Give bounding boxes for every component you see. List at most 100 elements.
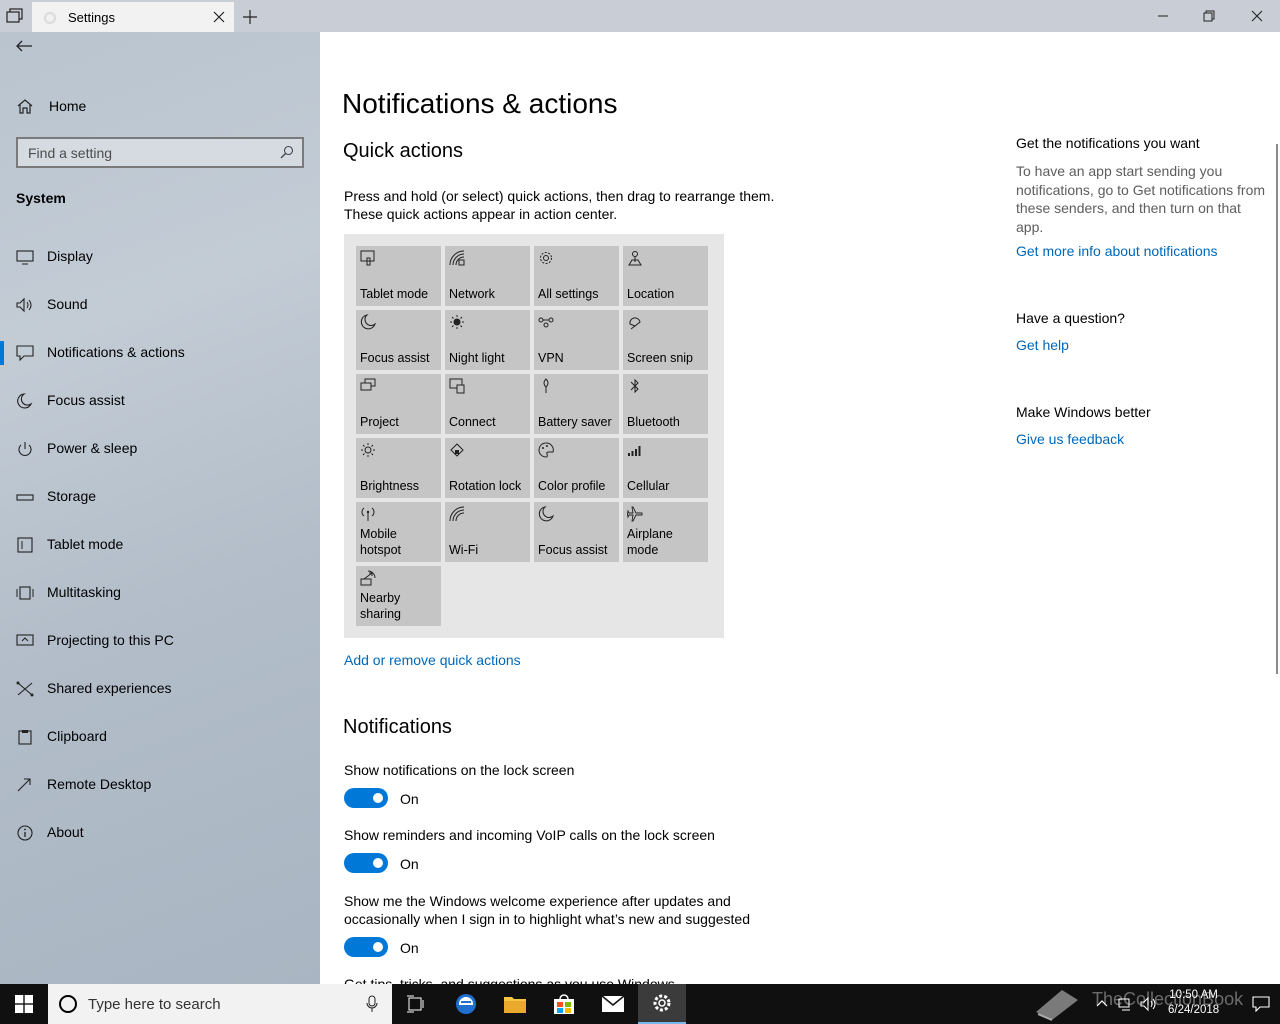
nav-home[interactable]: Home (16, 96, 86, 116)
sidebar-item-notifications[interactable]: Notifications & actions (0, 329, 320, 377)
display-icon (16, 250, 34, 265)
notification-icon (16, 345, 34, 361)
quick-action-tile[interactable]: Battery saver (534, 374, 619, 434)
tile-label: Location (627, 287, 675, 301)
back-arrow-icon[interactable] (14, 38, 34, 54)
sidebar-item-display[interactable]: Display (0, 233, 320, 281)
edge-browser-button[interactable] (442, 984, 490, 1024)
action-center-icon[interactable] (1252, 996, 1270, 1012)
voip-calls-toggle[interactable] (344, 853, 388, 873)
section-label: System (16, 190, 66, 206)
nearby-sharing-icon (360, 570, 376, 586)
tab-settings[interactable]: Settings (32, 2, 234, 32)
quick-action-tile[interactable]: Tablet mode (356, 246, 441, 306)
sidebar-item-focus-assist[interactable]: Focus assist (0, 377, 320, 425)
network-tray-icon[interactable] (1118, 996, 1134, 1012)
tablet-mode-icon (360, 250, 375, 266)
quick-action-tile[interactable]: Night light (445, 310, 530, 370)
quick-action-tile[interactable]: VPN (534, 310, 619, 370)
add-remove-quick-actions-link[interactable]: Add or remove quick actions (344, 652, 521, 668)
feedback-heading: Make Windows better (1016, 404, 1151, 420)
sidebar: Home System Display Sound Notifications … (0, 32, 320, 984)
quick-action-tile[interactable]: Focus assist (356, 310, 441, 370)
search-input[interactable] (28, 144, 278, 162)
nav-home-label: Home (49, 98, 87, 114)
sidebar-item-sound[interactable]: Sound (0, 281, 320, 329)
notifications-info-link[interactable]: Get more info about notifications (1016, 243, 1218, 259)
toggle-knob (373, 858, 383, 868)
store-button[interactable] (540, 984, 588, 1024)
sidebar-item-storage[interactable]: Storage (0, 473, 320, 521)
quick-action-tile[interactable]: Project (356, 374, 441, 434)
search-icon[interactable] (280, 145, 294, 159)
quick-action-tile[interactable]: Network (445, 246, 530, 306)
lock-screen-notifications-toggle[interactable] (344, 788, 388, 808)
close-tab-icon[interactable] (212, 10, 226, 24)
tile-label: Tablet mode (360, 287, 429, 301)
quick-action-tile[interactable]: Nearby sharing (356, 566, 441, 626)
microphone-icon[interactable] (366, 995, 378, 1013)
quick-action-tile[interactable]: Location (623, 246, 708, 306)
taskbar-search[interactable] (48, 984, 392, 1024)
quick-action-tile[interactable]: Color profile (534, 438, 619, 498)
new-tab-icon[interactable] (242, 9, 258, 25)
quick-action-tile[interactable]: Focus assist (534, 502, 619, 562)
quick-action-tile[interactable]: Bluetooth (623, 374, 708, 434)
give-feedback-link[interactable]: Give us feedback (1016, 431, 1124, 447)
tile-label: Connect (449, 415, 496, 429)
tile-label: Brightness (360, 479, 420, 493)
main-content: Notifications & actions Quick actions Pr… (320, 32, 1280, 984)
settings-app-button[interactable] (638, 984, 686, 1024)
sidebar-item-power-sleep[interactable]: Power & sleep (0, 425, 320, 473)
minimize-button[interactable] (1140, 0, 1186, 32)
rotation-lock-icon (450, 443, 464, 457)
sidebar-item-shared-experiences[interactable]: Shared experiences (0, 665, 320, 713)
mail-button[interactable] (589, 984, 637, 1024)
start-button[interactable] (0, 984, 48, 1024)
clock[interactable]: 10:50 AM 6/24/2018 (1168, 988, 1219, 1018)
scrollbar[interactable] (1276, 144, 1278, 674)
question-heading: Have a question? (1016, 310, 1125, 326)
sidebar-item-projecting[interactable]: Projecting to this PC (0, 617, 320, 665)
get-help-link[interactable]: Get help (1016, 337, 1069, 353)
chevron-up-icon[interactable] (1096, 998, 1108, 1008)
toggle-state: On (400, 940, 419, 956)
tile-label: Airplane mode (627, 527, 673, 557)
tile-label: Nearby sharing (360, 591, 401, 621)
restore-button[interactable] (1186, 0, 1232, 32)
welcome-experience-toggle[interactable] (344, 937, 388, 957)
file-explorer-button[interactable] (491, 984, 539, 1024)
sidebar-item-label: Power & sleep (47, 440, 138, 456)
storage-icon (16, 494, 34, 501)
quick-action-tile[interactable]: Cellular (623, 438, 708, 498)
sidebar-item-remote-desktop[interactable]: Remote Desktop (0, 761, 320, 809)
close-button[interactable] (1234, 0, 1280, 32)
taskbar-search-input[interactable] (88, 995, 348, 1013)
sidebar-item-tablet-mode[interactable]: Tablet mode (0, 521, 320, 569)
toggle-knob (373, 942, 383, 952)
sidebar-item-clipboard[interactable]: Clipboard (0, 713, 320, 761)
sound-icon (16, 297, 32, 313)
tabs-icon[interactable] (6, 8, 24, 24)
sidebar-item-about[interactable]: About (0, 809, 320, 857)
quick-action-tile[interactable]: Brightness (356, 438, 441, 498)
quick-action-tile[interactable]: Airplane mode (623, 502, 708, 562)
quick-action-tile[interactable]: Rotation lock (445, 438, 530, 498)
task-view-button[interactable] (392, 984, 440, 1024)
quick-action-tile[interactable]: Mobile hotspot (356, 502, 441, 562)
tile-label: Battery saver (538, 415, 612, 429)
quick-action-tile[interactable]: Wi-Fi (445, 502, 530, 562)
quick-action-tile[interactable]: Connect (445, 374, 530, 434)
volume-icon[interactable] (1140, 996, 1158, 1012)
notifications-info-heading: Get the notifications you want (1016, 135, 1200, 151)
search-box[interactable] (16, 137, 304, 168)
tile-label: Screen snip (627, 351, 694, 365)
sidebar-item-multitasking[interactable]: Multitasking (0, 569, 320, 617)
location-icon (628, 251, 642, 266)
quick-actions-heading: Quick actions (343, 140, 464, 162)
quick-action-tile[interactable]: All settings (534, 246, 619, 306)
tab-title: Settings (68, 10, 115, 25)
quick-action-tile[interactable]: Screen snip (623, 310, 708, 370)
minimize-icon (1158, 15, 1168, 17)
tile-label: All settings (538, 287, 599, 301)
